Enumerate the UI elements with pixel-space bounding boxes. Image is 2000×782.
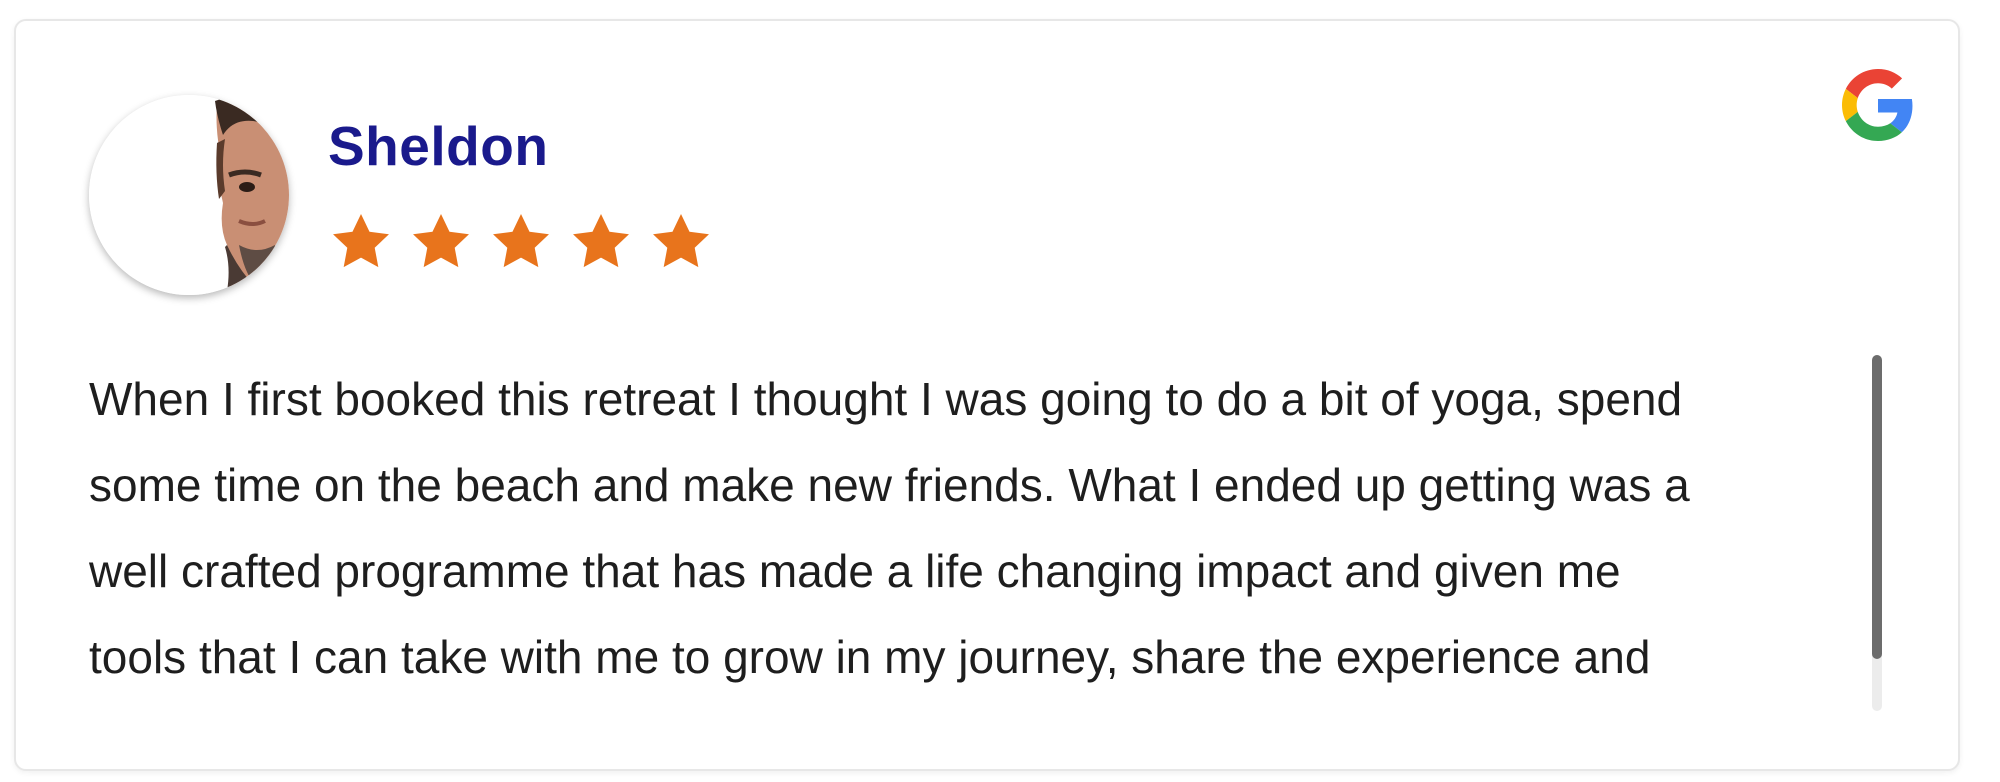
review-scrollbar[interactable] (1872, 355, 1882, 711)
star-icon (653, 213, 709, 268)
avatar-photo (89, 95, 289, 295)
google-g-icon (1842, 69, 1914, 141)
review-card: Sheldon When I first booked this retreat… (14, 19, 1960, 771)
star-icon (493, 213, 549, 268)
star-rating (328, 207, 728, 277)
page: Sheldon When I first booked this retreat… (0, 0, 2000, 782)
star-icon (573, 213, 629, 268)
star-icon (413, 213, 469, 268)
reviewer-avatar (89, 95, 289, 295)
scrollbar-thumb[interactable] (1872, 355, 1882, 659)
reviewer-name: Sheldon (328, 115, 549, 177)
star-icon (333, 213, 389, 268)
review-text: When I first booked this retreat I thoug… (89, 373, 1690, 683)
review-text-scroll-area[interactable]: When I first booked this retreat I thoug… (89, 356, 1879, 701)
